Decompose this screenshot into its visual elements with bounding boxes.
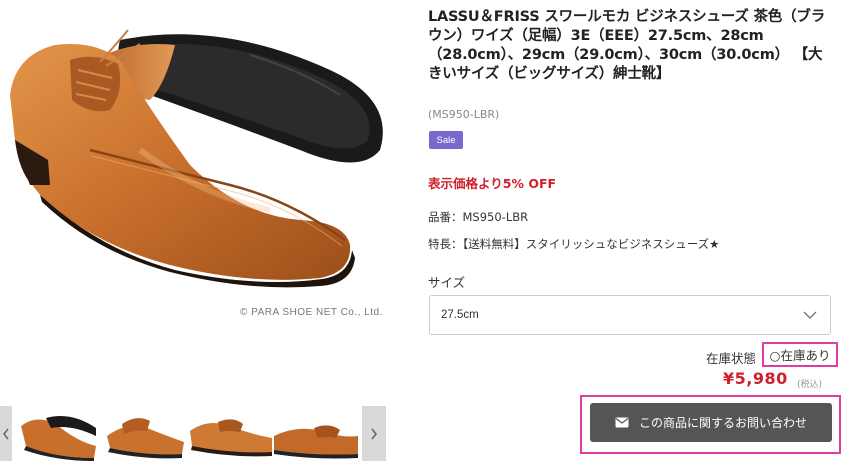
thumbnail-image: [21, 415, 96, 461]
discount-text: 表示価格より5% OFF: [428, 176, 557, 191]
thumbnail-4[interactable]: [274, 406, 358, 461]
thumbnail-image: [190, 419, 272, 457]
thumbnail-1[interactable]: [16, 406, 100, 461]
shoe-illustration: [10, 29, 383, 288]
inquiry-button-label: この商品に関するお問い合わせ: [638, 416, 807, 430]
inquiry-button[interactable]: この商品に関するお問い合わせ: [590, 403, 832, 442]
thumb-next-button[interactable]: [362, 406, 386, 461]
sale-badge: Sale: [429, 131, 463, 149]
stock-label: 在庫状態: [706, 351, 757, 366]
thumbnail-image: [274, 425, 358, 459]
chevron-left-icon: [3, 428, 9, 439]
product-title: LASSU＆FRISS スワールモカ ビジネスシューズ 茶色（ブラウン）ワイズ（…: [428, 9, 825, 82]
thumbnail-3[interactable]: [188, 406, 272, 461]
mail-icon: [615, 417, 629, 428]
stock-status: ○在庫あり: [762, 342, 838, 367]
thumbnail-image: [107, 418, 184, 459]
size-select[interactable]: 27.5cm: [429, 295, 831, 335]
image-copyright: © PARA SHOE NET Co., Ltd.: [240, 307, 383, 318]
size-selected-value: 27.5cm: [441, 309, 479, 321]
product-code: 品番：MS950-LBR: [428, 210, 529, 224]
product-code-sub: (MS950-LBR): [428, 108, 500, 121]
product-feature: 特長：【送料無料】スタイリッシュなビジネスシューズ★: [428, 237, 720, 251]
main-product-image: © PARA SHOE NET Co., Ltd.: [0, 0, 410, 340]
thumbnail-2[interactable]: [102, 406, 186, 461]
chevron-right-icon: [371, 428, 378, 439]
chevron-down-icon: [803, 311, 817, 319]
tax-note: (税込): [797, 380, 823, 390]
thumb-prev-button[interactable]: [0, 406, 12, 461]
thumbnail-strip: [0, 406, 388, 461]
size-label: サイズ: [428, 275, 466, 290]
price: ¥5,980: [723, 369, 788, 388]
